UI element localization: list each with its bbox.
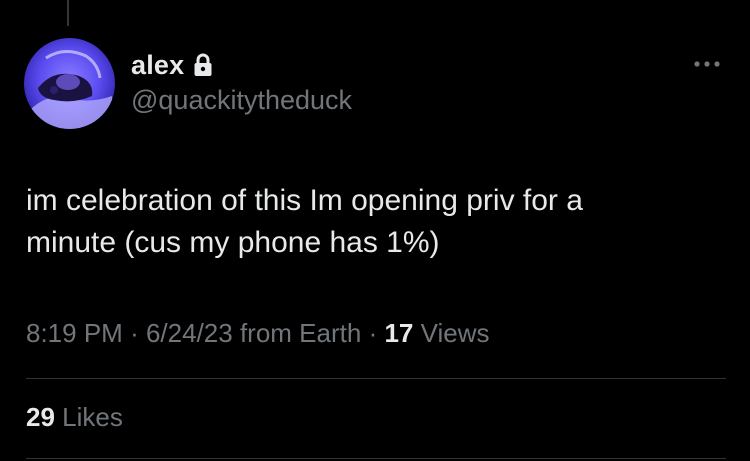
views-label: Views bbox=[420, 318, 490, 348]
divider bbox=[26, 378, 726, 379]
avatar-image bbox=[24, 38, 115, 129]
display-name[interactable]: alex bbox=[131, 50, 184, 81]
user-name-row: alex bbox=[131, 49, 213, 81]
meta-separator: · bbox=[368, 318, 378, 348]
more-options-button[interactable] bbox=[690, 50, 724, 78]
views-count: 17 bbox=[384, 318, 414, 348]
tweet-text: im celebration of this Im opening priv f… bbox=[26, 184, 583, 259]
thread-connector-line bbox=[67, 0, 69, 26]
likes-label: Likes bbox=[62, 402, 123, 432]
tweet-source: from Earth bbox=[239, 318, 362, 348]
likes-count: 29 bbox=[26, 402, 55, 432]
tweet-time[interactable]: 8:19 PM bbox=[26, 318, 123, 348]
tweet-date[interactable]: 6/24/23 bbox=[146, 318, 233, 348]
meta-separator: · bbox=[130, 318, 139, 348]
lock-icon bbox=[193, 53, 213, 77]
avatar[interactable] bbox=[24, 38, 115, 129]
user-handle[interactable]: @quackitytheduck bbox=[131, 85, 352, 116]
likes-link[interactable]: 29 Likes bbox=[26, 402, 123, 433]
more-horizontal-icon bbox=[694, 61, 720, 67]
tweet-metadata: 8:19 PM · 6/24/23 from Earth · 17 Views bbox=[26, 318, 490, 349]
divider bbox=[26, 458, 726, 459]
